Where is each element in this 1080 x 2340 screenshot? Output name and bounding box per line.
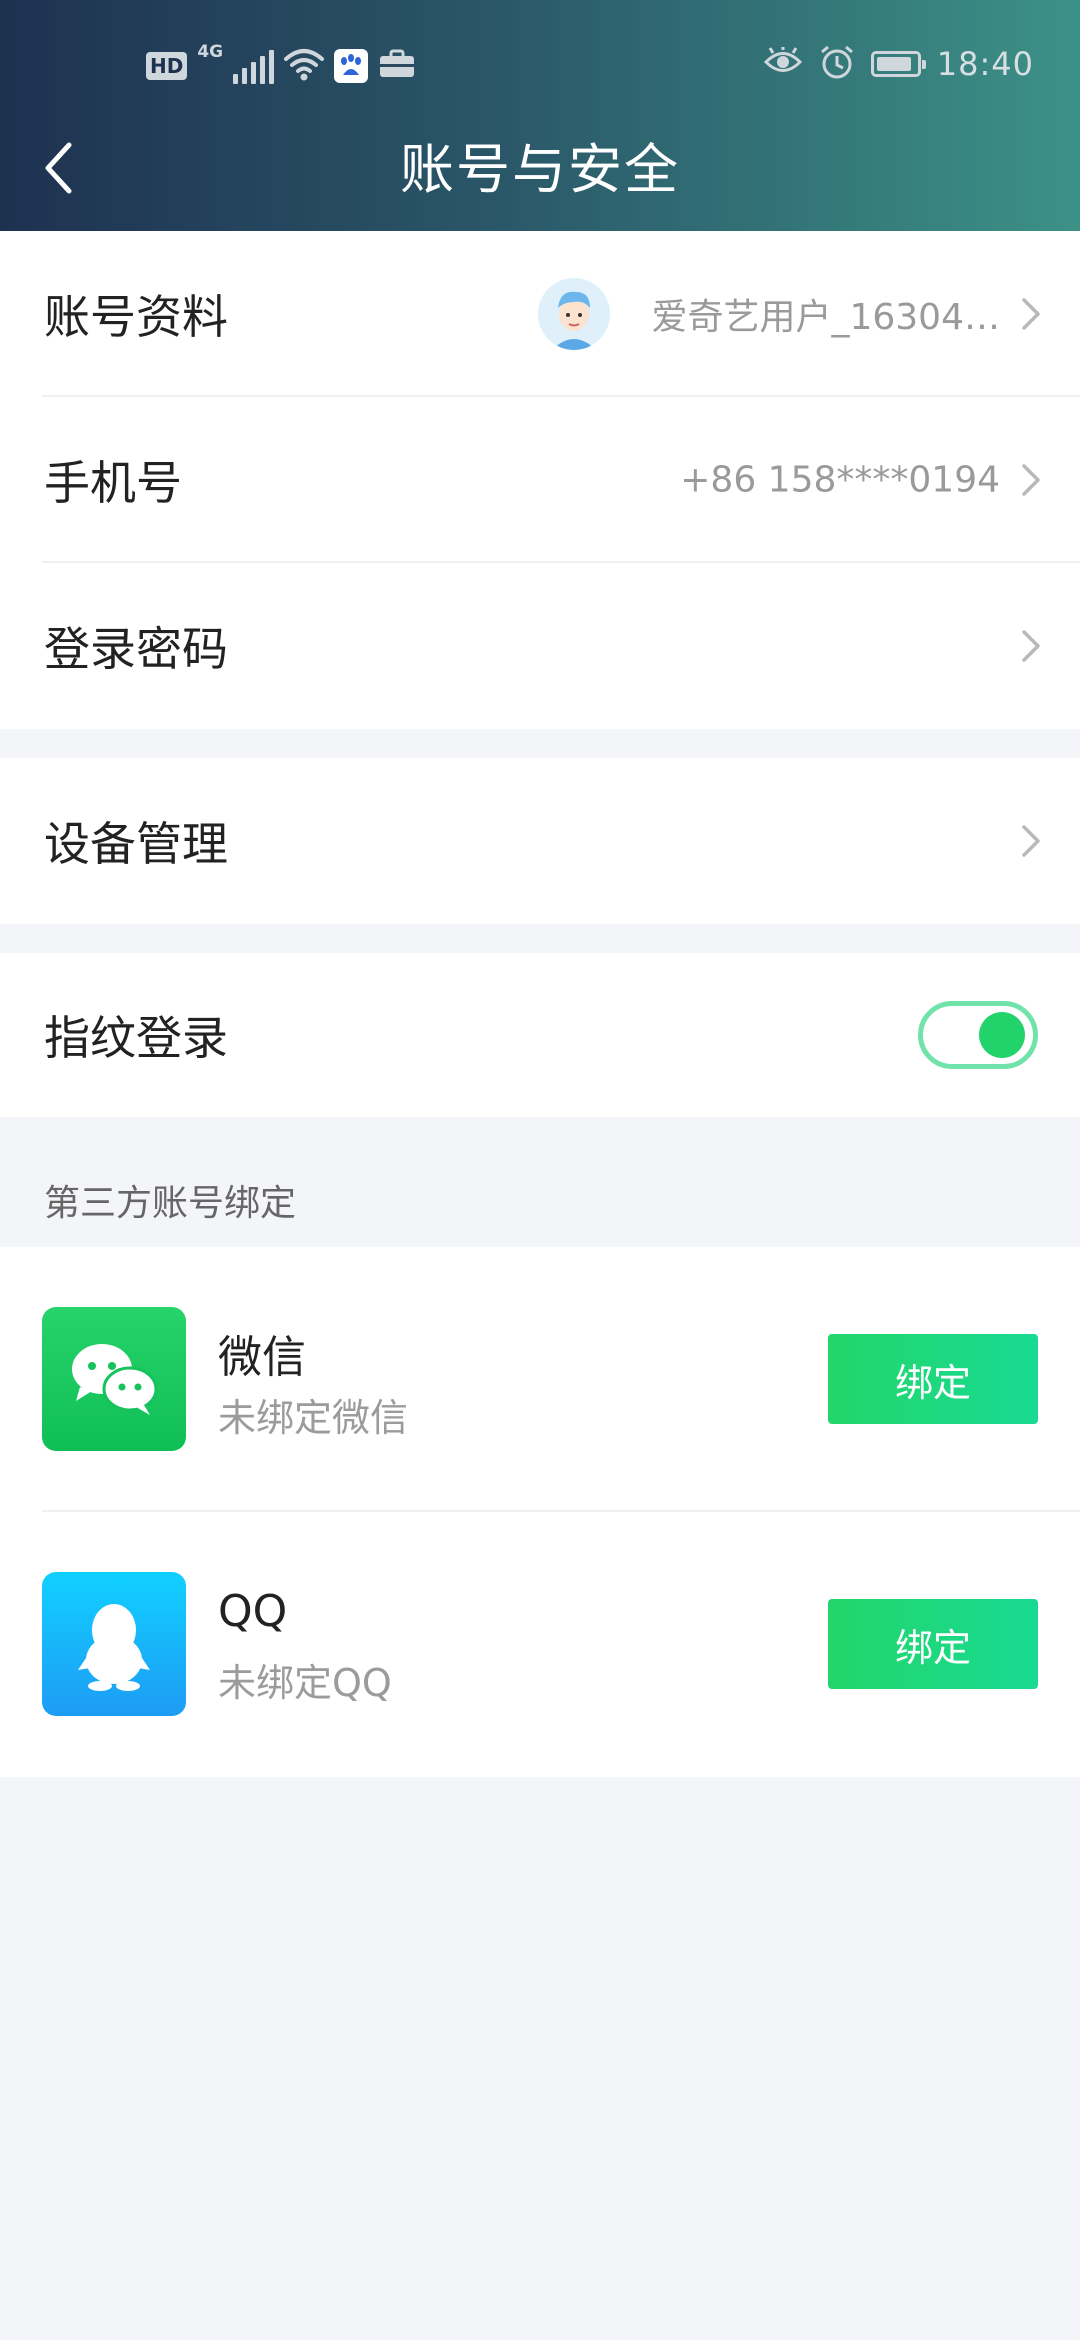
third-party-group: 微信 未绑定微信 绑定 QQ 未绑定QQ 绑定 [0, 1247, 1080, 1777]
phone-row[interactable]: 手机号 +86 158****0194 [0, 397, 1080, 563]
chevron-right-icon [1022, 825, 1040, 857]
third-party-section-title: 第三方账号绑定 [44, 1183, 297, 1224]
fingerprint-group: 指纹登录 [0, 953, 1080, 1117]
fingerprint-toggle[interactable] [918, 1001, 1038, 1069]
qq-status: 未绑定QQ [218, 1661, 392, 1705]
wechat-icon [42, 1307, 186, 1451]
status-bar: HD 4G 18:40 [0, 0, 1080, 130]
briefcase-icon [378, 49, 416, 83]
account-group: 账号资料 爱奇艺用户_16304… 手机号 +86 158****0194 登录… [0, 231, 1080, 729]
qq-name: QQ [218, 1586, 288, 1637]
wechat-name: 微信 [218, 1332, 306, 1383]
status-left-icons: HD 4G [146, 42, 416, 88]
wechat-status: 未绑定微信 [218, 1396, 409, 1440]
signal-icon [233, 48, 275, 84]
network-type-label: 4G [197, 42, 224, 62]
device-management-label: 设备管理 [44, 817, 228, 871]
chevron-right-icon [1022, 298, 1040, 330]
account-profile-username: 爱奇艺用户_16304… [651, 297, 1000, 338]
chevron-right-icon [1022, 630, 1040, 662]
phone-label: 手机号 [44, 456, 182, 510]
hd-icon: HD [146, 52, 188, 80]
header-bar: HD 4G 18:40 账号与安全 [0, 0, 1080, 231]
bind-qq-button[interactable]: 绑定 [828, 1599, 1038, 1689]
phone-number: +86 158****0194 [680, 459, 1000, 501]
device-group: 设备管理 [0, 758, 1080, 924]
status-right-icons: 18:40 [763, 42, 1034, 86]
qq-bind-row: QQ 未绑定QQ 绑定 [0, 1512, 1080, 1777]
qq-icon [42, 1572, 186, 1716]
wechat-bind-row: 微信 未绑定微信 绑定 [0, 1247, 1080, 1512]
page-title: 账号与安全 [400, 138, 680, 201]
device-management-row[interactable]: 设备管理 [0, 758, 1080, 924]
login-password-label: 登录密码 [44, 622, 228, 676]
wifi-icon [284, 47, 325, 85]
account-profile-row[interactable]: 账号资料 爱奇艺用户_16304… [0, 231, 1080, 397]
chevron-right-icon [1022, 464, 1040, 496]
baidu-app-icon [334, 49, 369, 83]
login-password-row[interactable]: 登录密码 [0, 563, 1080, 729]
toggle-knob [979, 1012, 1025, 1058]
status-time: 18:40 [936, 45, 1034, 83]
eye-comfort-icon [763, 45, 803, 81]
alarm-icon [819, 44, 855, 84]
battery-icon [870, 51, 926, 77]
fingerprint-login-row: 指纹登录 [0, 953, 1080, 1117]
account-profile-label: 账号资料 [44, 290, 228, 344]
avatar [538, 278, 610, 350]
fingerprint-login-label: 指纹登录 [44, 1011, 228, 1065]
bind-wechat-button[interactable]: 绑定 [828, 1334, 1038, 1424]
